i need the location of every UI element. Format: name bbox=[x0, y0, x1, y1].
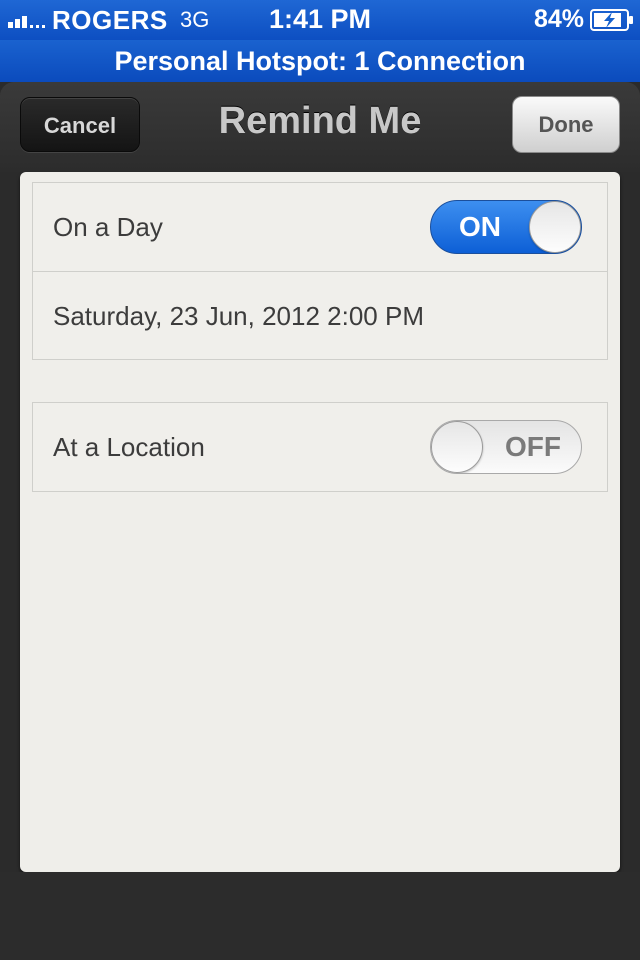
reminder-date-row[interactable]: Saturday, 23 Jun, 2012 2:00 PM bbox=[33, 271, 607, 359]
navigation-bar: Cancel Remind Me Done bbox=[0, 82, 640, 172]
at-a-location-label: At a Location bbox=[53, 432, 205, 462]
on-a-day-row[interactable]: On a Day ON bbox=[33, 183, 607, 271]
status-bar: ROGERS 3G 1:41 PM 84% bbox=[0, 0, 640, 40]
at-a-location-row[interactable]: At a Location OFF bbox=[33, 403, 607, 491]
hotspot-banner[interactable]: Personal Hotspot: 1 Connection bbox=[0, 40, 640, 82]
battery-charging-icon bbox=[590, 9, 633, 31]
on-a-day-switch[interactable]: ON bbox=[430, 200, 582, 254]
on-a-day-label: On a Day bbox=[53, 212, 163, 242]
bottom-background bbox=[0, 872, 640, 960]
reminder-options-panel: On a Day ON Saturday, 23 Jun, 2012 2:00 … bbox=[20, 172, 620, 872]
reminder-date-value: Saturday, 23 Jun, 2012 2:00 PM bbox=[53, 301, 424, 331]
done-button[interactable]: Done bbox=[512, 96, 620, 153]
remind-me-screen: ROGERS 3G 1:41 PM 84% Personal Hotspot: … bbox=[0, 0, 640, 960]
on-a-day-group: On a Day ON Saturday, 23 Jun, 2012 2:00 … bbox=[32, 182, 608, 360]
battery-percent: 84% bbox=[533, 5, 584, 33]
at-a-location-switch[interactable]: OFF bbox=[430, 420, 582, 474]
switch-on-text: ON bbox=[459, 211, 501, 242]
switch-knob bbox=[529, 201, 581, 253]
switch-knob bbox=[431, 421, 483, 473]
switch-off-text: OFF bbox=[505, 431, 561, 462]
at-a-location-group: At a Location OFF bbox=[32, 402, 608, 492]
